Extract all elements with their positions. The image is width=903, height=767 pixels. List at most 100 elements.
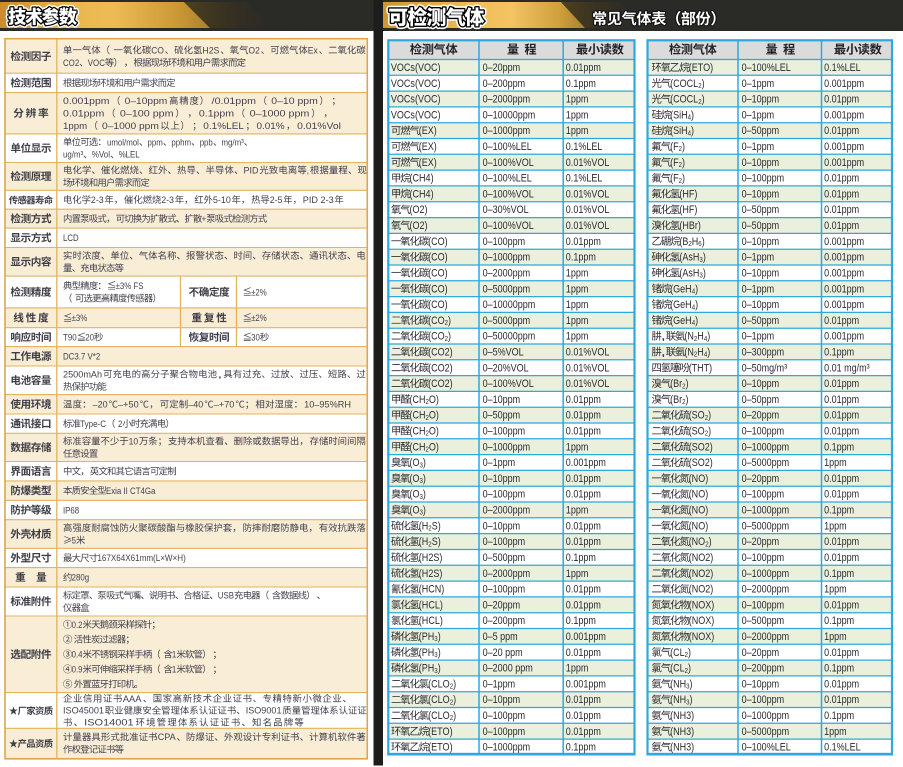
svg-text:0–10ppm: 0–10ppm (742, 378, 780, 390)
svg-text:(CLO: (CLO (428, 694, 450, 706)
svg-text:(O2): (O2) (410, 204, 428, 216)
svg-text:3: 3 (434, 666, 437, 675)
svg-text:0.01ppm: 0.01ppm (824, 473, 859, 485)
svg-text:0.001ppm: 0.001ppm (824, 252, 864, 264)
svg-text:3: 3 (420, 508, 423, 517)
svg-text:–40: –40 (188, 400, 203, 411)
svg-text:umol/mol: umol/mol (107, 137, 139, 148)
svg-text:VOCs(VOC): VOCs(VOC) (391, 109, 441, 121)
svg-text:(HF): (HF) (679, 204, 697, 216)
svg-text:0–20ppm: 0–20ppm (742, 410, 780, 422)
svg-text:ppb: ppb (200, 137, 213, 148)
svg-text:0–10ppm: 0–10ppm (742, 268, 780, 280)
svg-text:0–1ppm: 0–1ppm (742, 283, 775, 295)
svg-text:0.01%VOL: 0.01%VOL (566, 157, 610, 169)
svg-text:): ) (708, 410, 711, 422)
svg-text:): ) (688, 647, 691, 659)
svg-text:): ) (702, 78, 705, 90)
svg-text:0.01ppm: 0.01ppm (824, 489, 859, 501)
svg-text:0–500ppm: 0–500ppm (483, 552, 526, 564)
svg-text:0.01ppm: 0.01ppm (824, 410, 859, 422)
svg-text:5-10: 5-10 (213, 195, 231, 206)
svg-text:0.1%LEL: 0.1%LEL (824, 62, 861, 74)
svg-text:): ) (686, 394, 689, 406)
svg-text:(NOX): (NOX) (689, 615, 715, 627)
svg-text:±3% FS: ±3% FS (116, 281, 144, 292)
svg-text:0.001ppm: 0.001ppm (566, 631, 606, 643)
svg-text:2: 2 (450, 713, 453, 722)
svg-text:3: 3 (699, 271, 702, 280)
svg-text:0.1ppm: 0.1ppm (824, 710, 854, 722)
svg-text:0–100ppm: 0–100ppm (742, 489, 785, 501)
svg-text:0–1000ppm: 0–1000ppm (483, 125, 531, 137)
svg-text:0–1000 ppm: 0–1000 ppm (250, 109, 310, 120)
svg-text:10: 10 (129, 437, 139, 448)
svg-text:0.01ppm: 0.01ppm (566, 426, 601, 438)
svg-text:0–50ppm: 0–50ppm (742, 315, 780, 327)
svg-text:1ppm: 1ppm (566, 505, 589, 517)
svg-text:0–50ppm: 0–50ppm (742, 125, 780, 137)
svg-text:O): O) (429, 410, 439, 422)
svg-text:(PH: (PH (419, 631, 435, 643)
svg-text:(NO): (NO) (689, 505, 709, 517)
svg-text:,: , (307, 166, 309, 177)
svg-text:0.001ppm: 0.001ppm (824, 157, 864, 169)
svg-text:0.01ppm: 0.01ppm (824, 125, 859, 137)
svg-text:0.1%LEL: 0.1%LEL (203, 121, 244, 132)
svg-text:(CH: (CH (410, 394, 426, 406)
svg-text:0–100ppm: 0–100ppm (742, 426, 785, 438)
svg-text:): ) (438, 647, 441, 659)
svg-text:0–10000ppm: 0–10000ppm (483, 299, 536, 311)
svg-text:(CO: (CO (428, 331, 445, 343)
svg-text:): ) (702, 236, 705, 248)
svg-text:0–1000ppm: 0–1000ppm (742, 710, 790, 722)
svg-text:0.1ppm: 0.1ppm (824, 615, 854, 627)
svg-text:0–100ppm: 0–100ppm (483, 489, 526, 501)
svg-text:(NOX): (NOX) (689, 631, 715, 643)
svg-text:2-5: 2-5 (270, 195, 283, 206)
svg-text:): ) (682, 141, 685, 153)
svg-text:0–1000ppm: 0–1000ppm (742, 568, 790, 580)
svg-text:): ) (682, 157, 685, 169)
svg-text:0–100%VOL: 0–100%VOL (483, 220, 534, 232)
svg-text:AAA: AAA (123, 694, 142, 705)
svg-text:1ppm: 1ppm (824, 726, 847, 738)
svg-text:(NH3): (NH3) (670, 710, 694, 722)
svg-text:0–1ppm: 0–1ppm (483, 678, 516, 690)
svg-text:2: 2 (685, 650, 688, 659)
svg-text:0.001ppm: 0.001ppm (824, 236, 864, 248)
svg-text:0.01ppm: 0.01ppm (566, 520, 601, 532)
svg-text:0–2000ppm: 0–2000ppm (483, 268, 531, 280)
svg-text:0–100 ppm: 0–100 ppm (120, 109, 174, 120)
svg-text:): ) (695, 315, 698, 327)
svg-text:4: 4 (704, 350, 707, 359)
svg-text:2: 2 (698, 81, 701, 90)
svg-text:0.1%LEL: 0.1%LEL (566, 141, 603, 153)
svg-text:0.1ppm: 0.1ppm (566, 78, 596, 90)
svg-text:0.01ppm: 0.01ppm (824, 315, 859, 327)
svg-text:0.01ppm: 0.01ppm (566, 726, 601, 738)
svg-text:0.01ppm: 0.01ppm (824, 394, 859, 406)
svg-text:): ) (453, 678, 456, 690)
svg-text:2: 2 (445, 318, 448, 327)
svg-text:20: 20 (85, 333, 94, 344)
svg-text:): ) (709, 536, 712, 548)
svg-text:CO: CO (151, 45, 164, 56)
svg-text:(PH: (PH (419, 647, 435, 659)
svg-text:): ) (703, 268, 706, 280)
svg-text:0–20 ppm: 0–20 ppm (483, 647, 523, 659)
svg-text:0–200ppm: 0–200ppm (742, 663, 785, 675)
svg-text:): ) (438, 631, 441, 643)
svg-text:0–20ppm: 0–20ppm (742, 647, 780, 659)
svg-text:0–5 ppm: 0–5 ppm (483, 631, 518, 643)
svg-text:0.001ppm: 0.001ppm (824, 141, 864, 153)
svg-text:±2%: ±2% (251, 313, 267, 324)
svg-text:VOCs(VOC): VOCs(VOC) (391, 62, 441, 74)
svg-text:(CO2): (CO2) (428, 378, 453, 390)
svg-text:): ) (695, 283, 698, 295)
svg-text:0–1000ppm: 0–1000ppm (483, 252, 531, 264)
svg-text:/0.01ppm: /0.01ppm (212, 96, 256, 107)
svg-text:T90: T90 (63, 333, 77, 344)
svg-text:0–100ppm: 0–100ppm (483, 536, 526, 548)
svg-text:0.01ppm: 0.01ppm (566, 647, 601, 659)
